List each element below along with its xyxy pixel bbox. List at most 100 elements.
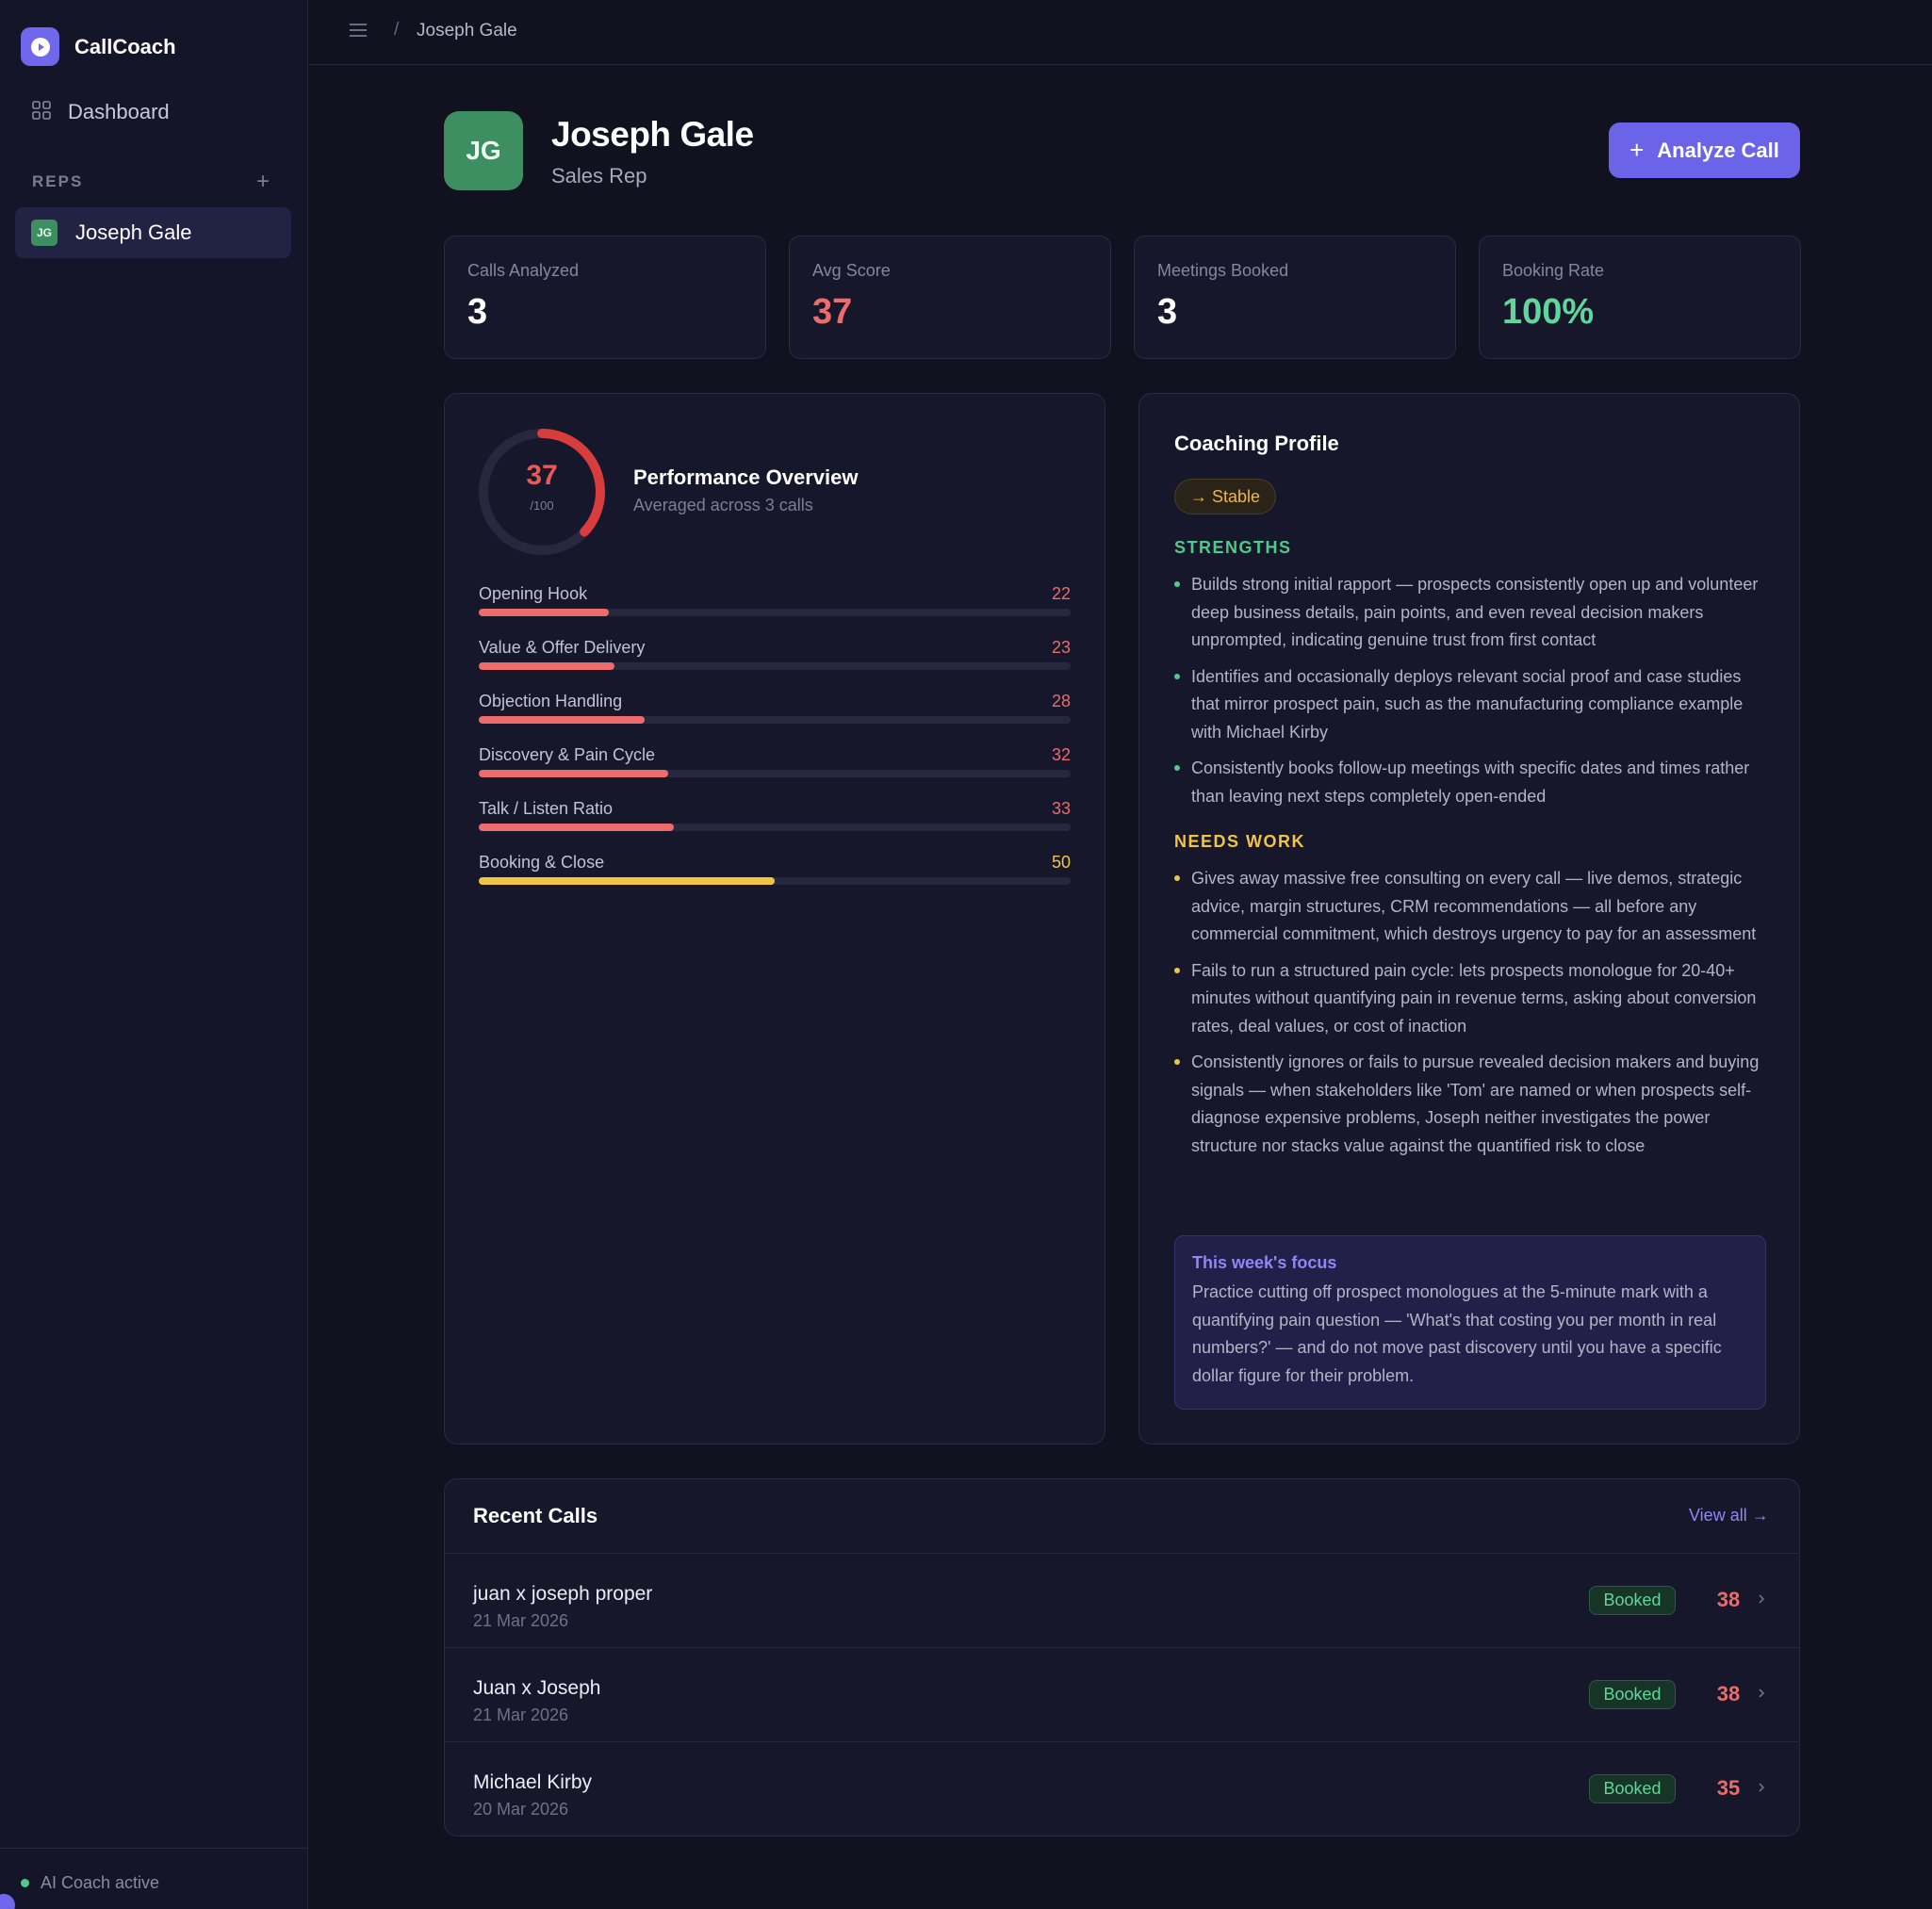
metric-fill xyxy=(479,716,645,724)
list-item: Consistently books follow-up meetings wi… xyxy=(1174,755,1768,810)
plus-icon: + xyxy=(1629,136,1645,164)
call-score: 35 xyxy=(1716,1776,1741,1800)
metric-objection-handling: Objection Handling 28 xyxy=(479,692,1071,737)
app-name: CallCoach xyxy=(74,34,176,58)
view-all-link[interactable]: View all → xyxy=(1689,1506,1769,1526)
list-item: Fails to run a structured pain cycle: le… xyxy=(1174,957,1768,1041)
call-name: Juan x Joseph xyxy=(473,1677,601,1699)
stat-card-booking-rate: Booking Rate 100% xyxy=(1479,236,1801,359)
stat-value: 3 xyxy=(1157,292,1178,332)
bullet-dot-icon xyxy=(1174,1059,1180,1065)
metric-fill xyxy=(479,770,668,777)
stat-label: Booking Rate xyxy=(1502,261,1605,280)
nav-dashboard-label: Dashboard xyxy=(68,100,170,123)
stat-label: Calls Analyzed xyxy=(467,261,580,280)
bullet-dot-icon xyxy=(1174,673,1180,679)
needs-work-heading: NEEDS WORK xyxy=(1174,832,1306,851)
table-row[interactable]: Juan x Joseph 21 Mar 2026 Booked 38 xyxy=(445,1647,1800,1741)
call-score: 38 xyxy=(1716,1682,1741,1705)
metric-label: Opening Hook xyxy=(479,584,588,603)
list-item: Consistently ignores or fails to pursue … xyxy=(1174,1049,1768,1160)
recent-calls-title: Recent Calls xyxy=(473,1504,598,1527)
rep-avatar-small: JG xyxy=(31,220,57,246)
needs-work-list: Gives away massive free consulting on ev… xyxy=(1174,865,1768,1168)
strength-text: Builds strong initial rapport — prospect… xyxy=(1191,575,1759,649)
ai-coach-status-label: AI Coach active xyxy=(41,1873,160,1892)
metric-track xyxy=(479,716,1071,724)
add-rep-plus-icon[interactable]: + xyxy=(256,171,270,193)
bullet-dot-icon xyxy=(1174,581,1180,587)
metric-value: 50 xyxy=(1051,853,1071,872)
gauge-max: /100 xyxy=(530,498,554,513)
chevron-right-icon xyxy=(1757,1686,1766,1705)
metric-value: 23 xyxy=(1051,638,1071,657)
trend-badge: → Stable xyxy=(1174,479,1277,514)
analyze-call-label: Analyze Call xyxy=(1657,138,1779,162)
rep-role: Sales Rep xyxy=(551,164,647,188)
list-item: Gives away massive free consulting on ev… xyxy=(1174,865,1768,949)
reps-title: REPS xyxy=(32,172,84,190)
call-date: 21 Mar 2026 xyxy=(473,1705,569,1724)
metric-opening-hook: Opening Hook 22 xyxy=(479,584,1071,629)
performance-subtitle: Averaged across 3 calls xyxy=(633,496,813,514)
metric-value: 32 xyxy=(1051,745,1071,764)
metric-discovery-pain: Discovery & Pain Cycle 32 xyxy=(479,745,1071,791)
coaching-profile-title: Coaching Profile xyxy=(1174,432,1339,455)
call-score: 38 xyxy=(1716,1588,1741,1611)
call-name: Michael Kirby xyxy=(473,1771,593,1793)
breadcrumb-separator: / xyxy=(394,20,400,40)
call-date: 21 Mar 2026 xyxy=(473,1611,569,1630)
metric-booking-close: Booking & Close 50 xyxy=(479,853,1071,898)
metric-value: 33 xyxy=(1051,799,1071,818)
metric-track xyxy=(479,770,1071,777)
stat-label: Meetings Booked xyxy=(1157,261,1289,280)
chevron-right-icon xyxy=(1757,1780,1766,1800)
stat-card-calls-analyzed: Calls Analyzed 3 xyxy=(444,236,766,359)
stat-card-avg-score: Avg Score 37 xyxy=(789,236,1111,359)
metric-fill xyxy=(479,877,775,885)
stat-value: 37 xyxy=(812,292,853,332)
nav-dashboard[interactable]: Dashboard xyxy=(32,100,170,124)
weekly-focus-title: This week's focus xyxy=(1192,1253,1337,1272)
avatar: JG xyxy=(444,111,523,190)
bullet-dot-icon xyxy=(1174,875,1180,881)
sidebar-item-label: Joseph Gale xyxy=(75,220,192,244)
metric-track xyxy=(479,824,1071,831)
status-dot-icon xyxy=(21,1879,29,1887)
menu-icon[interactable] xyxy=(349,23,368,42)
call-date: 20 Mar 2026 xyxy=(473,1800,569,1819)
ai-coach-status: AI Coach active xyxy=(21,1873,159,1893)
metric-label: Talk / Listen Ratio xyxy=(479,799,614,818)
gauge-score: 37 xyxy=(526,460,558,491)
breadcrumb-current[interactable]: Joseph Gale xyxy=(417,21,517,41)
needs-work-text: Consistently ignores or fails to pursue … xyxy=(1191,1052,1760,1155)
table-row[interactable]: Michael Kirby 20 Mar 2026 Booked 35 xyxy=(445,1741,1800,1836)
sidebar-item-joseph-gale[interactable]: JG Joseph Gale xyxy=(15,207,291,258)
stat-card-meetings-booked: Meetings Booked 3 xyxy=(1134,236,1456,359)
metric-label: Discovery & Pain Cycle xyxy=(479,745,656,764)
metric-fill xyxy=(479,824,675,831)
performance-title: Performance Overview xyxy=(633,465,859,489)
metric-value-offer: Value & Offer Delivery 23 xyxy=(479,638,1071,683)
weekly-focus-text: Practice cutting off prospect monologues… xyxy=(1192,1282,1722,1385)
bullet-dot-icon xyxy=(1174,765,1180,771)
topbar: / Joseph Gale xyxy=(309,0,1932,65)
stat-label: Avg Score xyxy=(812,261,891,280)
needs-work-text: Gives away massive free consulting on ev… xyxy=(1191,869,1757,943)
metric-label: Booking & Close xyxy=(479,853,605,872)
call-name: juan x joseph proper xyxy=(473,1583,653,1605)
analyze-call-button[interactable]: + Analyze Call xyxy=(1609,122,1800,178)
weekly-focus-box: This week's focus Practice cutting off p… xyxy=(1174,1235,1766,1410)
metric-fill xyxy=(479,609,610,616)
strengths-heading: STRENGTHS xyxy=(1174,538,1292,557)
sidebar: CallCoach Dashboard REPS + JG Joseph Gal… xyxy=(0,0,308,1909)
table-row[interactable]: juan x joseph proper 21 Mar 2026 Booked … xyxy=(445,1553,1800,1647)
status-badge: Booked xyxy=(1589,1774,1676,1803)
score-gauge xyxy=(479,429,605,555)
brand[interactable]: CallCoach xyxy=(21,27,176,66)
list-item: Builds strong initial rapport — prospect… xyxy=(1174,571,1768,655)
bullet-dot-icon xyxy=(1174,967,1180,973)
metric-label: Value & Offer Delivery xyxy=(479,638,646,657)
metric-value: 22 xyxy=(1051,584,1071,603)
strengths-list: Builds strong initial rapport — prospect… xyxy=(1174,571,1768,819)
